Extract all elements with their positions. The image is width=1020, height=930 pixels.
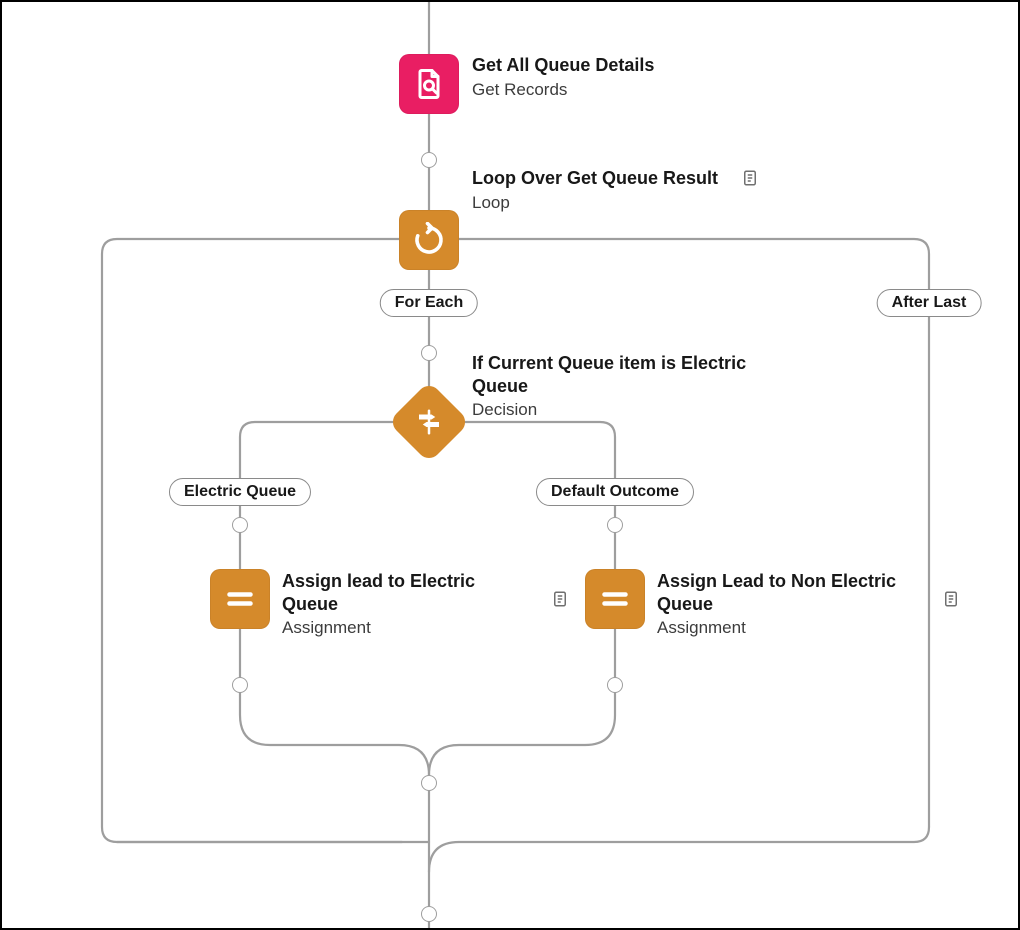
- data-search-icon: [411, 66, 447, 102]
- loop-icon: [411, 222, 447, 258]
- node-title: If Current Queue item is Electric Queue: [472, 352, 792, 397]
- assign-electric-label: Assign lead to Electric Queue Assignment: [282, 570, 532, 638]
- assign-nonelectric-label: Assign Lead to Non Electric Queue Assign…: [657, 570, 927, 638]
- node-title: Get All Queue Details: [472, 54, 752, 77]
- after-last-badge[interactable]: After Last: [877, 289, 982, 317]
- get-records-label: Get All Queue Details Get Records: [472, 54, 752, 100]
- node-subtitle: Assignment: [657, 617, 927, 638]
- node-subtitle: Loop: [472, 192, 792, 213]
- add-junction[interactable]: [607, 677, 623, 693]
- assignment-icon: [222, 581, 258, 617]
- description-icon[interactable]: [740, 168, 760, 188]
- node-title: Assign Lead to Non Electric Queue: [657, 570, 927, 615]
- connectors-layer: [2, 2, 1020, 930]
- add-junction[interactable]: [232, 517, 248, 533]
- description-icon[interactable]: [941, 589, 961, 609]
- get-records-node[interactable]: [399, 54, 459, 114]
- add-junction[interactable]: [232, 677, 248, 693]
- assign-nonelectric-node[interactable]: [585, 569, 645, 629]
- decision-label: If Current Queue item is Electric Queue …: [472, 352, 792, 420]
- assign-electric-node[interactable]: [210, 569, 270, 629]
- electric-outcome-badge[interactable]: Electric Queue: [169, 478, 311, 506]
- decision-node[interactable]: [400, 393, 458, 451]
- add-junction[interactable]: [607, 517, 623, 533]
- assignment-icon: [597, 581, 633, 617]
- signpost-icon: [414, 407, 444, 437]
- description-icon[interactable]: [550, 589, 570, 609]
- loop-node[interactable]: [399, 210, 459, 270]
- add-junction[interactable]: [421, 152, 437, 168]
- default-outcome-badge[interactable]: Default Outcome: [536, 478, 694, 506]
- add-junction[interactable]: [421, 345, 437, 361]
- node-subtitle: Assignment: [282, 617, 532, 638]
- node-subtitle: Decision: [472, 399, 792, 420]
- node-subtitle: Get Records: [472, 79, 752, 100]
- add-junction[interactable]: [421, 906, 437, 922]
- for-each-badge[interactable]: For Each: [380, 289, 478, 317]
- node-title: Assign lead to Electric Queue: [282, 570, 532, 615]
- add-junction[interactable]: [421, 775, 437, 791]
- flow-canvas[interactable]: Get All Queue Details Get Records Loop O…: [0, 0, 1020, 930]
